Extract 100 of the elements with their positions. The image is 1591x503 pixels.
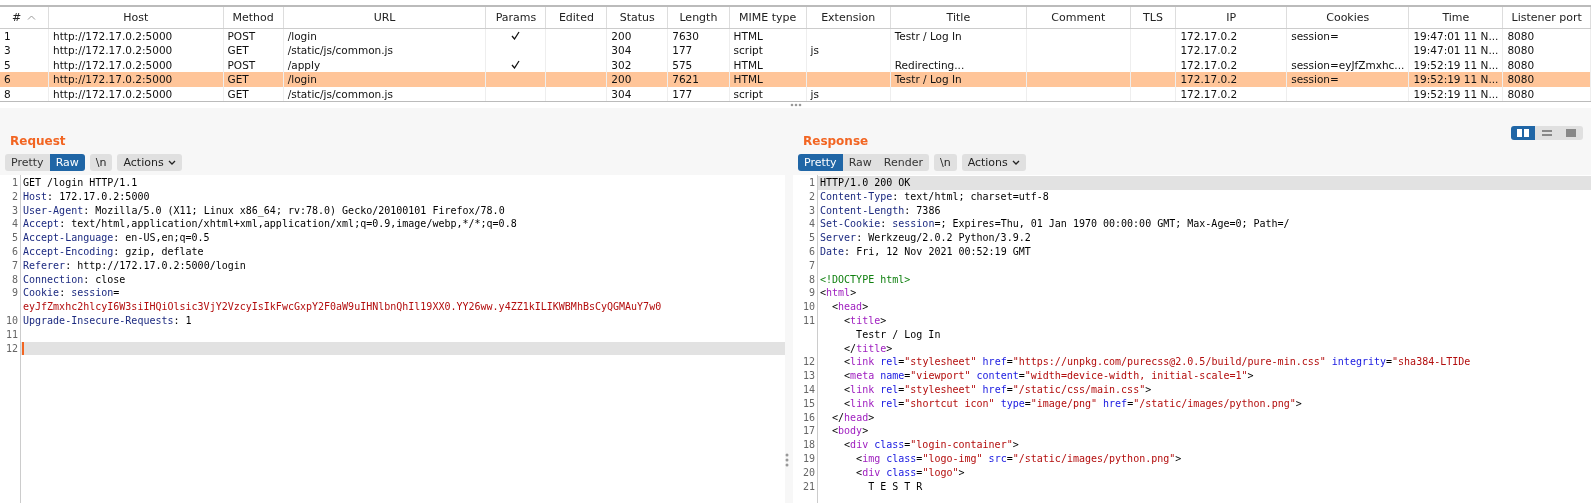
actions-button[interactable]: Actions [961, 154, 1026, 171]
chevron-down-icon [167, 160, 176, 165]
view-tab[interactable]: Pretty [5, 154, 50, 171]
code-line: Accept-Encoding: gzip, deflate [22, 245, 204, 259]
line-number: 9 [807, 286, 816, 301]
column-header[interactable]: MIME type [738, 11, 797, 24]
table-cell: 5 [4, 58, 11, 71]
table-cell: 172.17.0.2 [1180, 30, 1238, 42]
code-line: HTTP/1.0 200 OK [819, 176, 911, 190]
view-tab[interactable]: Raw [842, 154, 878, 171]
code-line: <div class="login-container"> [843, 438, 1019, 452]
code-line: </title> [843, 341, 893, 356]
split-rows-icon [1541, 129, 1553, 137]
code-line: <img class="logo-img" src="/static/images/python.png"> [855, 451, 1182, 466]
line-number: 6 [10, 245, 19, 259]
table-cell: 1 [4, 30, 11, 42]
newline-button[interactable]: \n [89, 154, 113, 171]
table-cell: 8080 [1507, 44, 1535, 57]
column-header[interactable]: TLS [1143, 11, 1163, 24]
code-line: <html> [819, 286, 857, 301]
code-line: Host: 172.17.0.2:5000 [22, 189, 150, 204]
table-cell: GET [227, 87, 249, 100]
table-cell: HTML [733, 30, 763, 42]
table-cell: Testr / Log In [894, 73, 962, 86]
code-line: <link rel="stylesheet" href="/static/css/main.css"> [843, 382, 1152, 397]
newline-button[interactable]: \n [933, 154, 957, 171]
column-header[interactable]: Cookies [1326, 11, 1370, 24]
column-header[interactable]: Extension [821, 11, 876, 24]
column-header[interactable]: Time [1442, 11, 1470, 24]
table-cell: 304 [611, 87, 632, 100]
table-cell: 172.17.0.2 [1180, 44, 1238, 57]
table-cell: session= [1291, 73, 1339, 86]
column-header[interactable]: Edited [558, 11, 594, 24]
line-number: 10 [801, 300, 816, 314]
code-line: </head> [831, 410, 875, 425]
column-header[interactable]: Status [619, 11, 655, 24]
column-header[interactable]: Comment [1051, 11, 1106, 24]
table-cell: 8 [4, 87, 11, 100]
pane-title: Request [10, 134, 66, 148]
view-tab[interactable]: Pretty [798, 154, 843, 171]
table-cell: POST [227, 30, 256, 42]
actions-button[interactable]: Actions [117, 154, 182, 171]
code-line: <link rel="shortcut icon" type="image/png" href="/static/images/python.png"> [843, 396, 1302, 411]
code-line: <meta name="viewport" content="width=device-width, initial-scale=1"> [843, 369, 1254, 383]
table-cell: script [733, 44, 763, 57]
line-number: 20 [801, 465, 816, 480]
code-line: T E S T R [867, 479, 923, 494]
code-line: Accept: text/html,application/xhtml+xml,application/xml;q=0.9,image/webp,*/*;q=0.8 [22, 217, 517, 232]
table-cell: http://172.17.0.2:5000 [53, 30, 173, 42]
code-line: <head> [831, 300, 869, 314]
table-cell: 172.17.0.2 [1180, 73, 1238, 86]
table-cell: 8080 [1507, 58, 1535, 71]
table-cell: /apply [287, 58, 321, 71]
line-number: 11 [4, 327, 19, 342]
code-line: GET /login HTTP/1.1 [22, 176, 138, 190]
table-cell: 575 [672, 58, 693, 71]
table-cell: http://172.17.0.2:5000 [53, 44, 173, 57]
line-number: 3 [807, 203, 816, 218]
column-header[interactable]: Length [679, 11, 718, 24]
layout-toggle[interactable] [1535, 126, 1559, 140]
table-cell: 19:52:19 11 N... [1413, 58, 1499, 71]
table-cell: 200 [611, 73, 632, 86]
column-header[interactable]: IP [1226, 11, 1237, 24]
layout-toggle[interactable] [1559, 126, 1583, 140]
text-cursor [22, 341, 24, 355]
code-line: User-Agent: Mozilla/5.0 (X11; Linux x86_64; rv:78.0) Gecko/20100101 Firefox/78.0 [22, 203, 505, 218]
code-line: <div class="logo"> [855, 465, 965, 480]
code-line: <title> [843, 313, 887, 328]
line-number: 9 [10, 286, 19, 301]
table-cell: js [810, 87, 819, 100]
table-cell: session=eyJfZmxhc... [1291, 58, 1405, 71]
column-header[interactable]: URL [373, 11, 396, 24]
chevron-down-icon [1011, 160, 1020, 165]
column-header[interactable]: Method [232, 11, 274, 24]
table-row[interactable]: 6 http://172.17.0.2:5000 GET /login 200 7621 HTML Testr / Log In 172.17.0.2 session= 19:52:19 11 N... 8080 [0, 72, 1591, 87]
table-cell: 19:52:19 11 N... [1413, 73, 1499, 86]
column-header[interactable]: # [11, 11, 22, 24]
layout-toggle[interactable] [1511, 126, 1535, 140]
view-tab[interactable]: Raw [49, 154, 85, 171]
splitter-handle[interactable] [788, 103, 803, 107]
table-cell: /static/js/common.js [287, 87, 393, 100]
table-cell: http://172.17.0.2:5000 [53, 87, 173, 100]
code-line: Referer: http://172.17.0.2:5000/login [22, 258, 246, 273]
line-number: 8 [807, 272, 816, 287]
column-header[interactable]: Params [495, 11, 537, 24]
code-line: Content-Length: 7386 [819, 203, 941, 218]
table-cell: HTML [733, 58, 763, 71]
line-number: 5 [807, 231, 816, 245]
line-number: 8 [10, 272, 19, 287]
column-header[interactable]: Host [123, 11, 149, 24]
table-cell: 177 [672, 44, 693, 57]
line-number: 21 [801, 479, 816, 494]
table-cell: GET [227, 73, 249, 86]
line-number: 15 [801, 396, 816, 411]
table-cell: 3 [4, 44, 11, 57]
line-number: 17 [801, 424, 816, 439]
code-line: Accept-Language: en-US,en;q=0.5 [22, 231, 210, 245]
view-tab[interactable]: Render [877, 154, 929, 171]
column-header[interactable]: Title [946, 11, 971, 24]
column-header[interactable]: Listener port [1511, 11, 1582, 24]
